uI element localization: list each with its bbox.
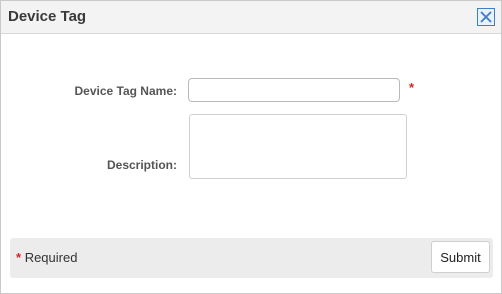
dialog-title: Device Tag bbox=[8, 8, 87, 25]
device-tag-name-label: Device Tag Name: bbox=[74, 84, 178, 98]
device-tag-name-input[interactable] bbox=[188, 78, 400, 102]
required-note-text: Required bbox=[24, 250, 78, 265]
required-note-star: * bbox=[16, 250, 22, 265]
submit-button[interactable]: Submit bbox=[431, 241, 490, 273]
dialog-titlebar: Device Tag bbox=[1, 1, 501, 34]
description-label: Description: bbox=[106, 158, 177, 172]
close-x-icon bbox=[480, 11, 492, 23]
description-textarea[interactable] bbox=[189, 114, 407, 179]
device-tag-dialog: Device Tag Device Tag Name: * Descriptio… bbox=[0, 0, 502, 294]
required-note: * Required bbox=[16, 250, 77, 265]
dialog-footer: * Required Submit bbox=[10, 238, 493, 278]
required-indicator: * bbox=[409, 80, 415, 95]
close-button[interactable] bbox=[477, 8, 495, 26]
